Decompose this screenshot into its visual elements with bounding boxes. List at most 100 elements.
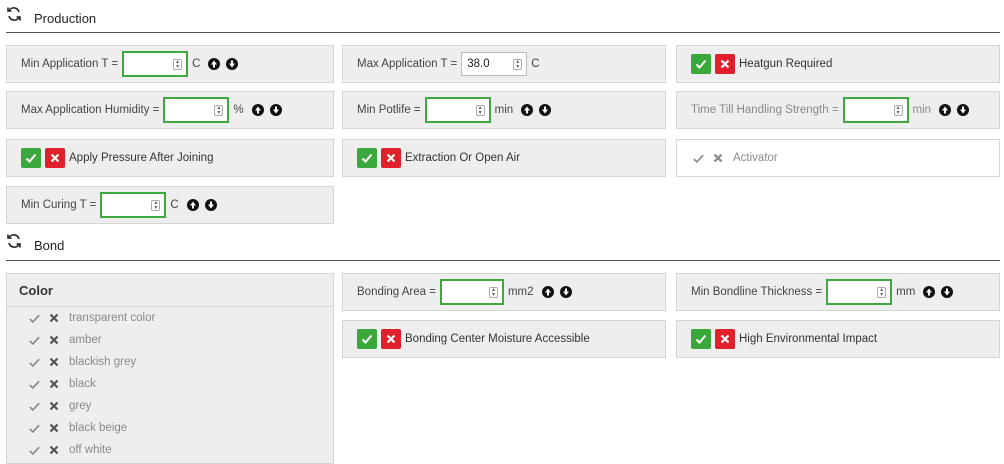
production-header: Production bbox=[6, 4, 96, 28]
spinner-icon[interactable]: ▴ ▾ bbox=[151, 199, 161, 211]
close-icon[interactable] bbox=[715, 329, 735, 349]
check-icon[interactable] bbox=[27, 377, 41, 391]
extraction-flag: Extraction Or Open Air bbox=[342, 139, 666, 177]
unit-label: min bbox=[912, 104, 932, 116]
check-icon[interactable] bbox=[691, 54, 711, 74]
spinner-icon[interactable]: ▴ ▾ bbox=[877, 286, 887, 298]
check-icon[interactable] bbox=[21, 148, 41, 168]
flag-label: High Environmental Impact bbox=[739, 333, 878, 345]
check-icon[interactable] bbox=[691, 151, 705, 165]
check-icon[interactable] bbox=[27, 311, 41, 325]
color-option-label: transparent color bbox=[69, 312, 156, 324]
unit-label: mm2 bbox=[507, 286, 534, 298]
color-option-label: amber bbox=[69, 334, 102, 346]
flag-label: Bonding Center Moisture Accessible bbox=[405, 333, 590, 345]
arrow-up-icon[interactable] bbox=[939, 104, 952, 116]
close-icon[interactable] bbox=[47, 311, 61, 325]
arrow-down-icon[interactable] bbox=[269, 104, 282, 116]
color-option: blackish grey bbox=[7, 351, 333, 373]
spinner-icon[interactable]: ▴ ▾ bbox=[173, 58, 183, 70]
close-icon[interactable] bbox=[45, 148, 65, 168]
max-application-humidity-field: Max Application Humidity = ▴ ▾ % bbox=[6, 91, 334, 129]
check-icon[interactable] bbox=[27, 399, 41, 413]
arrow-up-icon[interactable] bbox=[541, 286, 554, 298]
flag-label: Extraction Or Open Air bbox=[405, 152, 521, 164]
min-curing-t-input[interactable]: ▴ ▾ bbox=[100, 192, 167, 218]
min-curing-t-field: Min Curing T = ▴ ▾ C bbox=[6, 186, 334, 224]
time-till-handling-strength-field: Time Till Handling Strength = ▴ ▾ min bbox=[676, 91, 1000, 129]
color-panel-title: Color bbox=[7, 274, 333, 307]
check-icon[interactable] bbox=[357, 329, 377, 349]
arrow-up-icon[interactable] bbox=[923, 286, 936, 298]
divider bbox=[6, 32, 1000, 33]
close-icon[interactable] bbox=[47, 377, 61, 391]
close-icon[interactable] bbox=[47, 421, 61, 435]
arrow-down-icon[interactable] bbox=[559, 286, 572, 298]
section-title-production: Production bbox=[34, 11, 97, 26]
check-icon[interactable] bbox=[27, 421, 41, 435]
color-option: black beige bbox=[7, 417, 333, 439]
check-icon[interactable] bbox=[27, 355, 41, 369]
color-option-label: grey bbox=[69, 400, 92, 412]
spinner-icon[interactable]: ▴ ▾ bbox=[488, 286, 498, 298]
spinner-icon[interactable]: ▴ ▾ bbox=[214, 104, 224, 116]
arrow-up-icon[interactable] bbox=[186, 199, 199, 211]
activator-flag: Activator bbox=[676, 139, 1000, 177]
color-option: amber bbox=[7, 329, 333, 351]
close-icon[interactable] bbox=[381, 329, 401, 349]
time-till-handling-strength-input[interactable]: ▴ ▾ bbox=[842, 97, 909, 123]
arrow-down-icon[interactable] bbox=[539, 104, 552, 116]
arrow-up-icon[interactable] bbox=[208, 58, 221, 70]
arrow-up-icon[interactable] bbox=[521, 104, 534, 116]
bonding-area-input[interactable]: ▴ ▾ bbox=[439, 279, 504, 305]
color-option: black bbox=[7, 373, 333, 395]
bonding-center-moisture-flag: Bonding Center Moisture Accessible bbox=[342, 320, 666, 358]
check-icon[interactable] bbox=[27, 333, 41, 347]
close-icon[interactable] bbox=[381, 148, 401, 168]
color-option-label: blackish grey bbox=[69, 356, 137, 368]
high-environmental-impact-flag: High Environmental Impact bbox=[676, 320, 1000, 358]
close-icon[interactable] bbox=[711, 151, 725, 165]
field-label: Min Bondline Thickness = bbox=[691, 286, 823, 298]
unit-label: C bbox=[170, 199, 179, 211]
check-icon[interactable] bbox=[27, 443, 41, 457]
spinner-icon[interactable]: ▴ ▾ bbox=[513, 58, 523, 70]
bonding-area-field: Bonding Area = ▴ ▾ mm2 bbox=[342, 273, 666, 311]
arrow-down-icon[interactable] bbox=[204, 199, 217, 211]
color-panel: Color transparent color amber blackish gre… bbox=[6, 273, 334, 464]
close-icon[interactable] bbox=[47, 355, 61, 369]
field-label: Min Application T = bbox=[21, 58, 119, 70]
flag-label: Activator bbox=[733, 152, 778, 164]
max-application-humidity-input[interactable]: ▴ ▾ bbox=[163, 97, 230, 123]
field-label: Max Application Humidity = bbox=[21, 104, 160, 116]
check-icon[interactable] bbox=[691, 329, 711, 349]
min-potlife-field: Min Potlife = ▴ ▾ min bbox=[342, 91, 666, 129]
color-option: transparent color bbox=[7, 307, 333, 329]
min-application-t-input[interactable]: ▴ ▾ bbox=[122, 51, 189, 77]
close-icon[interactable] bbox=[47, 333, 61, 347]
arrow-up-icon[interactable] bbox=[251, 104, 264, 116]
min-application-t-field: Min Application T = ▴ ▾ C bbox=[6, 45, 334, 83]
field-label: Time Till Handling Strength = bbox=[691, 104, 839, 116]
spinner-icon[interactable]: ▴ ▾ bbox=[893, 104, 903, 116]
color-option-label: off white bbox=[69, 444, 112, 456]
field-label: Min Potlife = bbox=[357, 104, 421, 116]
color-option: grey bbox=[7, 395, 333, 417]
spinner-icon[interactable]: ▴ ▾ bbox=[475, 104, 485, 116]
arrow-down-icon[interactable] bbox=[226, 58, 239, 70]
max-application-t-input[interactable]: 38.0 ▴ ▾ bbox=[461, 52, 528, 76]
heatgun-required-flag: Heatgun Required bbox=[676, 45, 1000, 83]
min-bondline-thickness-input[interactable]: ▴ ▾ bbox=[826, 279, 893, 305]
check-icon[interactable] bbox=[357, 148, 377, 168]
arrow-down-icon[interactable] bbox=[957, 104, 970, 116]
refresh-icon[interactable] bbox=[6, 6, 22, 22]
arrow-down-icon[interactable] bbox=[941, 286, 954, 298]
flag-label: Heatgun Required bbox=[739, 58, 833, 70]
close-icon[interactable] bbox=[47, 399, 61, 413]
refresh-icon[interactable] bbox=[6, 233, 22, 249]
unit-label: mm bbox=[896, 286, 916, 298]
min-potlife-input[interactable]: ▴ ▾ bbox=[424, 97, 491, 123]
max-application-t-field: Max Application T = 38.0 ▴ ▾ C bbox=[342, 45, 666, 83]
close-icon[interactable] bbox=[47, 443, 61, 457]
close-icon[interactable] bbox=[715, 54, 735, 74]
